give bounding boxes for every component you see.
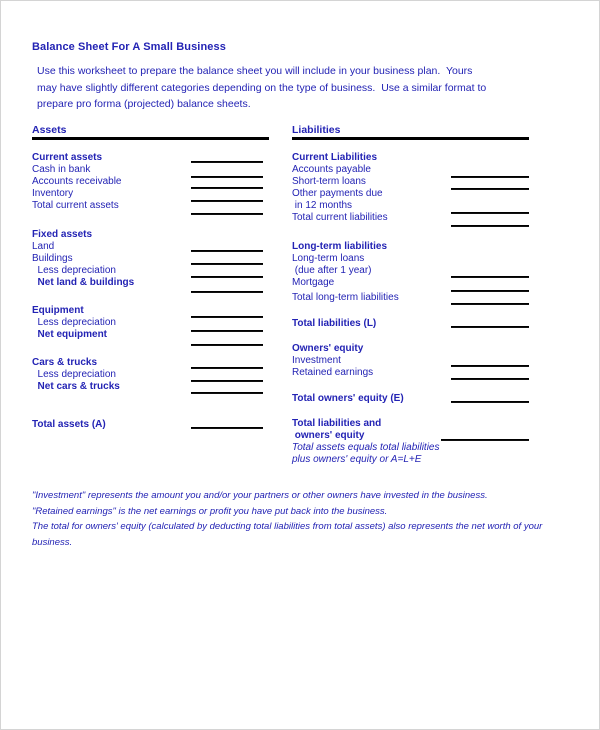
liabilities-row-short-term-loans: Short-term loans xyxy=(292,176,366,187)
assets-fill-line-1[interactable] xyxy=(191,161,263,163)
liabilities-fill-line-1[interactable] xyxy=(451,176,529,178)
assets-fill-line-8[interactable] xyxy=(191,276,263,278)
assets-fill-line-2[interactable] xyxy=(191,176,263,178)
liabilities-fill-line-7[interactable] xyxy=(451,303,529,305)
assets-row-fixed-assets: Fixed assets xyxy=(32,229,93,240)
liabilities-row-owners-equity: Owners' equity xyxy=(292,343,364,354)
assets-fill-line-13[interactable] xyxy=(191,367,263,369)
liabilities-row-long-term-liabilities: Long-term liabilities xyxy=(292,241,388,252)
assets-fill-line-9[interactable] xyxy=(191,291,263,293)
assets-fill-line-3[interactable] xyxy=(191,187,263,189)
equation-note-line-1: Total assets equals total liabilities xyxy=(292,442,440,453)
liabilities-fill-line-6[interactable] xyxy=(451,290,529,292)
assets-row-total-current-assets: Total current assets xyxy=(32,200,119,211)
liabilities-row-in-12-months: in 12 months xyxy=(292,200,353,211)
assets-row-buildings-less-depreciation: Less depreciation xyxy=(32,265,116,276)
liabilities-row-total-current-liabilities: Total current liabilities xyxy=(292,212,388,223)
assets-row-cash-in-bank: Cash in bank xyxy=(32,164,91,175)
assets-fill-line-11[interactable] xyxy=(191,330,263,332)
assets-row-buildings: Buildings xyxy=(32,253,73,264)
liabilities-row-current-liabilities: Current Liabilities xyxy=(292,152,378,163)
liabilities-row-total-long-term-liabilities: Total long-term liabilities xyxy=(292,292,399,303)
assets-fill-line-total-assets[interactable] xyxy=(191,427,263,429)
intro-paragraph: Use this worksheet to prepare the balanc… xyxy=(37,63,535,113)
assets-row-inventory: Inventory xyxy=(32,188,74,199)
assets-row-cars-and-trucks: Cars & trucks xyxy=(32,357,98,368)
assets-fill-line-7[interactable] xyxy=(191,263,263,265)
assets-fill-line-4[interactable] xyxy=(191,200,263,202)
assets-fill-line-10[interactable] xyxy=(191,316,263,318)
document-page: Balance Sheet For A Small Business Use t… xyxy=(0,0,600,730)
liabilities-row-owners-equity-cont: owners' equity xyxy=(292,430,365,441)
assets-fill-line-5[interactable] xyxy=(191,213,263,215)
assets-fill-line-12[interactable] xyxy=(191,344,263,346)
assets-row-current-assets: Current assets xyxy=(32,152,103,163)
assets-row-accounts-receivable: Accounts receivable xyxy=(32,176,122,187)
liabilities-fill-line-2[interactable] xyxy=(451,188,529,190)
liabilities-fill-line-total-liabilities[interactable] xyxy=(451,326,529,328)
liabilities-row-investment: Investment xyxy=(292,355,341,366)
assets-fill-line-14[interactable] xyxy=(191,380,263,382)
liabilities-fill-line-total-liab-and-equity[interactable] xyxy=(441,439,529,441)
liabilities-row-total-liabilities-and: Total liabilities and xyxy=(292,418,382,429)
assets-fill-line-15[interactable] xyxy=(191,392,263,394)
liabilities-fill-line-5[interactable] xyxy=(451,276,529,278)
footnote-owners-equity: The total for owners' equity (calculated… xyxy=(32,521,543,548)
assets-row-total-assets: Total assets (A) xyxy=(32,419,106,430)
footnotes: "Investment" represents the amount you a… xyxy=(32,488,552,550)
equation-note-line-2: plus owners' equity or A=L+E xyxy=(292,454,422,465)
intro-line-3: prepare pro forma (projected) balance sh… xyxy=(37,98,251,110)
liabilities-row-total-owners-equity: Total owners' equity (E) xyxy=(292,393,404,404)
liabilities-fill-line-3[interactable] xyxy=(451,212,529,214)
assets-row-net-cars-and-trucks: Net cars & trucks xyxy=(32,381,120,392)
liabilities-row-long-term-loans: Long-term loans xyxy=(292,253,365,264)
assets-row-cars-less-depreciation: Less depreciation xyxy=(32,369,116,380)
liabilities-row-other-payments-due: Other payments due xyxy=(292,188,383,199)
intro-line-2: may have slightly different categories d… xyxy=(37,81,487,94)
assets-row-land: Land xyxy=(32,241,55,252)
liabilities-row-total-liabilities: Total liabilities (L) xyxy=(292,318,377,329)
liabilities-row-mortgage: Mortgage xyxy=(292,277,335,288)
footnote-investment: "Investment" represents the amount you a… xyxy=(32,490,488,501)
footnote-retained-earnings: "Retained earnings" is the net earnings … xyxy=(32,505,388,517)
liabilities-row-accounts-payable: Accounts payable xyxy=(292,164,371,175)
liabilities-fill-line-4[interactable] xyxy=(451,225,529,227)
liabilities-heading-rule xyxy=(292,137,529,140)
liabilities-row-retained-earnings: Retained earnings xyxy=(292,367,374,378)
assets-row-net-land-and-buildings: Net land & buildings xyxy=(32,277,135,288)
liabilities-fill-line-total-owners-equity[interactable] xyxy=(451,401,529,403)
intro-line-1: Use this worksheet to prepare the balanc… xyxy=(37,65,473,77)
assets-column-heading: Assets xyxy=(32,124,67,138)
liabilities-fill-line-9[interactable] xyxy=(451,378,529,380)
liabilities-column-heading: Liabilities xyxy=(292,124,341,138)
assets-heading-rule xyxy=(32,137,269,140)
balance-sheet-worksheet: Balance Sheet For A Small Business Use t… xyxy=(1,1,599,729)
assets-row-equipment: Equipment xyxy=(32,305,84,316)
page-title: Balance Sheet For A Small Business xyxy=(32,41,226,53)
liabilities-fill-line-8[interactable] xyxy=(451,365,529,367)
assets-row-equipment-less-depreciation: Less depreciation xyxy=(32,317,116,328)
assets-row-net-equipment: Net equipment xyxy=(32,329,108,340)
assets-fill-line-6[interactable] xyxy=(191,250,263,252)
liabilities-row-due-after-1-year: (due after 1 year) xyxy=(292,265,372,276)
